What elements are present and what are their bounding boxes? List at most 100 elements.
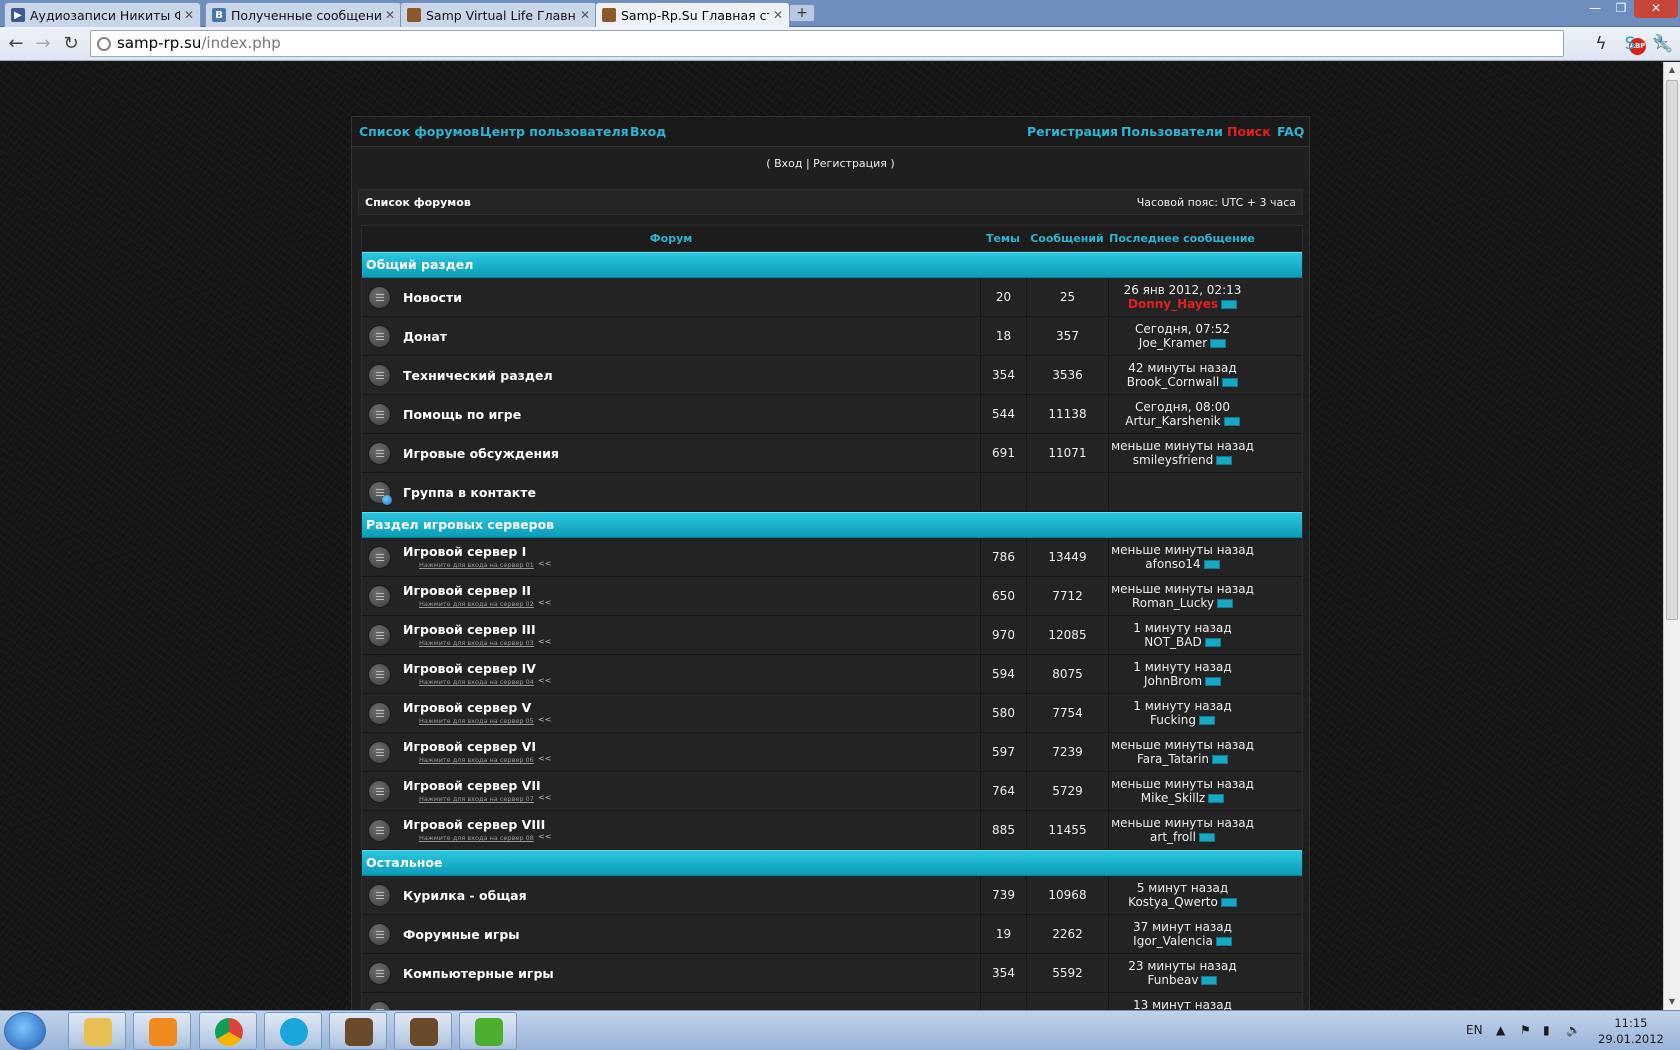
skype-extension-icon[interactable]: S bbox=[1620, 34, 1640, 54]
last-post-author[interactable]: smileysfriend bbox=[1133, 453, 1213, 467]
last-post-author[interactable]: Funbeav bbox=[1148, 973, 1199, 987]
maximize-button[interactable]: ❐ bbox=[1608, 0, 1634, 18]
network-icon[interactable]: ▮ bbox=[1543, 1023, 1550, 1037]
last-post-author[interactable]: Fucking bbox=[1150, 713, 1196, 727]
nav-user-center[interactable]: Центр пользователя bbox=[480, 124, 629, 139]
category-header[interactable]: Остальное bbox=[362, 850, 1302, 876]
nav-forum-list[interactable]: Список форумов bbox=[359, 124, 479, 139]
category-header[interactable]: Общий раздел bbox=[362, 252, 1302, 278]
browser-tab[interactable]: B Полученные сообщения | ✕ bbox=[205, 2, 402, 27]
taskbar-app-button[interactable] bbox=[459, 1012, 517, 1050]
last-post-author[interactable]: Kostya_Qwerto bbox=[1128, 895, 1218, 909]
server-connect-link[interactable]: Нажмите для входа на сервер 04 bbox=[419, 678, 534, 686]
view-latest-post-icon[interactable] bbox=[1215, 937, 1232, 946]
forum-title-link[interactable]: Курилка - общая bbox=[403, 888, 527, 903]
language-indicator[interactable]: EN bbox=[1466, 1023, 1483, 1037]
forum-title-link[interactable]: Игровой сервер III bbox=[403, 622, 536, 637]
tab-close-icon[interactable]: ✕ bbox=[184, 8, 194, 22]
scroll-up-icon[interactable]: ▲ bbox=[1664, 62, 1680, 78]
taskbar-app-button[interactable] bbox=[199, 1012, 257, 1050]
server-connect-link[interactable]: Нажмите для входа на сервер 01 bbox=[419, 561, 534, 569]
tab-close-icon[interactable]: ✕ bbox=[385, 8, 395, 22]
forum-title-link[interactable]: Группа в контакте bbox=[403, 485, 536, 500]
nav-faq[interactable]: FAQ bbox=[1277, 124, 1304, 139]
scroll-down-icon[interactable]: ▼ bbox=[1664, 994, 1680, 1010]
minimize-button[interactable]: — bbox=[1582, 0, 1608, 18]
forum-title-link[interactable]: Игровой сервер IV bbox=[403, 661, 536, 676]
reload-icon[interactable]: ↻ bbox=[60, 33, 82, 55]
last-post-author[interactable]: Roman_Lucky bbox=[1132, 596, 1214, 610]
forum-title-link[interactable]: Игровой сервер VII bbox=[403, 778, 541, 793]
view-latest-post-icon[interactable] bbox=[1223, 417, 1240, 426]
nav-members[interactable]: Пользователи bbox=[1121, 124, 1223, 139]
taskbar-app-button[interactable] bbox=[133, 1012, 191, 1050]
view-latest-post-icon[interactable] bbox=[1205, 677, 1222, 686]
forum-title-link[interactable]: Игровой сервер II bbox=[403, 583, 531, 598]
start-button[interactable] bbox=[4, 1012, 46, 1050]
forum-title-link[interactable]: Технический раздел bbox=[403, 368, 553, 383]
back-arrow-icon[interactable]: ← bbox=[5, 33, 27, 55]
last-post-author[interactable]: afonso14 bbox=[1145, 557, 1200, 571]
last-post-author[interactable]: NOT_BAD bbox=[1144, 635, 1201, 649]
close-window-button[interactable]: ✕ bbox=[1634, 0, 1678, 18]
view-latest-post-icon[interactable] bbox=[1222, 378, 1239, 387]
forum-title-link[interactable]: Игровой сервер V bbox=[403, 700, 531, 715]
server-connect-link[interactable]: Нажмите для входа на сервер 02 bbox=[419, 600, 534, 608]
volume-icon[interactable]: 🔈 bbox=[1566, 1023, 1581, 1037]
last-post-author[interactable]: JohnBrom bbox=[1144, 674, 1202, 688]
view-latest-post-icon[interactable] bbox=[1198, 833, 1215, 842]
forum-title-link[interactable]: Игровой сервер VI bbox=[403, 739, 536, 754]
login-register-links[interactable]: ( Вход | Регистрация ) bbox=[352, 157, 1309, 170]
browser-tab[interactable]: ▶ Аудиозаписи Никиты Фом ✕ bbox=[4, 2, 201, 27]
view-latest-post-icon[interactable] bbox=[1203, 560, 1220, 569]
view-latest-post-icon[interactable] bbox=[1201, 976, 1218, 985]
tab-close-icon[interactable]: ✕ bbox=[580, 8, 590, 22]
forum-title-link[interactable]: Помощь по игре bbox=[403, 407, 521, 422]
taskbar-app-button[interactable] bbox=[264, 1012, 322, 1050]
last-post-author[interactable]: Joe_Kramer bbox=[1139, 336, 1207, 350]
tab-close-icon[interactable]: ✕ bbox=[773, 8, 783, 22]
last-post-author[interactable]: Mike_Skillz bbox=[1141, 791, 1205, 805]
browser-tab[interactable]: Samp-Rp.Su Главная стран ✕ bbox=[595, 2, 790, 27]
forum-title-link[interactable]: Игровой сервер VIII bbox=[403, 817, 545, 832]
taskbar-app-button[interactable] bbox=[394, 1012, 452, 1050]
last-post-author[interactable]: Igor_Valencia bbox=[1133, 934, 1213, 948]
forum-title-link[interactable]: Игровые обсуждения bbox=[403, 446, 559, 461]
new-tab-button[interactable]: + bbox=[789, 4, 815, 22]
server-connect-link[interactable]: Нажмите для входа на сервер 06 bbox=[419, 756, 534, 764]
nav-login[interactable]: Вход bbox=[630, 124, 666, 139]
forum-title-link[interactable]: Игровой сервер I bbox=[403, 544, 526, 559]
forum-title-link[interactable]: Донат bbox=[403, 329, 447, 344]
system-clock[interactable]: 11:15 29.01.2012 bbox=[1598, 1015, 1664, 1047]
server-connect-link[interactable]: Нажмите для входа на сервер 07 bbox=[419, 795, 534, 803]
taskbar-app-button[interactable] bbox=[329, 1012, 387, 1050]
nav-search[interactable]: Поиск bbox=[1227, 124, 1271, 139]
view-latest-post-icon[interactable] bbox=[1212, 755, 1229, 764]
forum-title-link[interactable]: Новости bbox=[403, 290, 462, 305]
view-latest-post-icon[interactable] bbox=[1217, 599, 1234, 608]
view-latest-post-icon[interactable] bbox=[1204, 638, 1221, 647]
browser-tab[interactable]: Samp Virtual Life Главная с ✕ bbox=[400, 2, 597, 27]
category-header[interactable]: Раздел игровых серверов bbox=[362, 512, 1302, 538]
nav-register[interactable]: Регистрация bbox=[1027, 124, 1118, 139]
last-post-author[interactable]: Donny_Hayes bbox=[1128, 297, 1218, 311]
address-bar[interactable]: samp-rp.su/index.php ABP ☆ bbox=[90, 30, 1669, 57]
scrollbar-thumb[interactable] bbox=[1666, 80, 1678, 620]
last-post-author[interactable]: Artur_Karshenik bbox=[1125, 414, 1220, 428]
view-latest-post-icon[interactable] bbox=[1208, 794, 1225, 803]
page-scrollbar[interactable]: ▲ ▼ bbox=[1663, 62, 1680, 1010]
server-connect-link[interactable]: Нажмите для входа на сервер 03 bbox=[419, 639, 534, 647]
view-latest-post-icon[interactable] bbox=[1216, 456, 1233, 465]
action-center-flag-icon[interactable]: ⚑ bbox=[1520, 1023, 1531, 1037]
wrench-menu-icon[interactable]: 🔧 bbox=[1652, 34, 1673, 54]
extension-bolt-icon[interactable]: ϟ bbox=[1591, 34, 1611, 54]
tray-expand-icon[interactable]: ▲ bbox=[1496, 1023, 1505, 1037]
view-latest-post-icon[interactable] bbox=[1210, 339, 1227, 348]
forum-title-link[interactable]: Компьютерные игры bbox=[403, 966, 554, 981]
breadcrumb[interactable]: Список форумов bbox=[365, 196, 471, 209]
last-post-author[interactable]: Brook_Cornwall bbox=[1127, 375, 1219, 389]
forum-title-link[interactable]: Форумные игры bbox=[403, 927, 520, 942]
last-post-author[interactable]: art_froll bbox=[1150, 830, 1196, 844]
server-connect-link[interactable]: Нажмите для входа на сервер 05 bbox=[419, 717, 534, 725]
view-latest-post-icon[interactable] bbox=[1220, 898, 1237, 907]
